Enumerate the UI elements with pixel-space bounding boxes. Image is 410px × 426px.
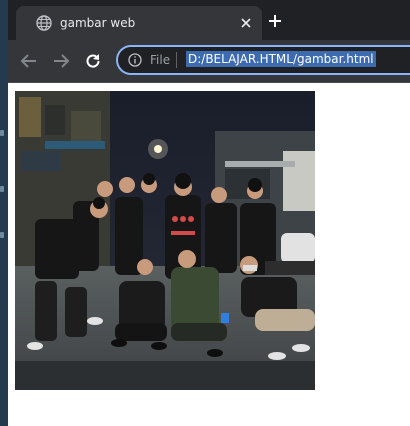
tab-title: gambar web — [60, 16, 136, 30]
globe-icon — [36, 15, 52, 31]
close-icon[interactable] — [238, 15, 254, 31]
tab-strip: gambar web — [8, 0, 410, 40]
group-photo — [15, 91, 315, 390]
background-window-mark — [0, 186, 4, 192]
tab-gambar-web[interactable]: gambar web — [16, 6, 262, 40]
background-window-mark — [0, 130, 4, 136]
arrow-left-icon[interactable] — [19, 51, 39, 71]
url-text[interactable]: D:/BELAJAR.HTML/gambar.html — [186, 51, 376, 67]
plus-icon[interactable] — [267, 13, 283, 29]
page-content — [8, 83, 410, 426]
address-bar[interactable]: File D:/BELAJAR.HTML/gambar.html — [116, 45, 410, 75]
browser-window: gambar web File D:/BELAJAR.HTML/gambar.h… — [8, 0, 410, 426]
reload-icon[interactable] — [83, 51, 103, 71]
background-window-mark — [0, 232, 4, 238]
background-window-edge — [0, 0, 8, 426]
browser-toolbar: File D:/BELAJAR.HTML/gambar.html — [8, 40, 410, 82]
screen: gambar web File D:/BELAJAR.HTML/gambar.h… — [0, 0, 410, 426]
address-divider — [176, 52, 177, 68]
info-icon[interactable] — [128, 53, 142, 67]
arrow-right-icon[interactable] — [51, 51, 71, 71]
scheme-label: File — [150, 53, 171, 67]
